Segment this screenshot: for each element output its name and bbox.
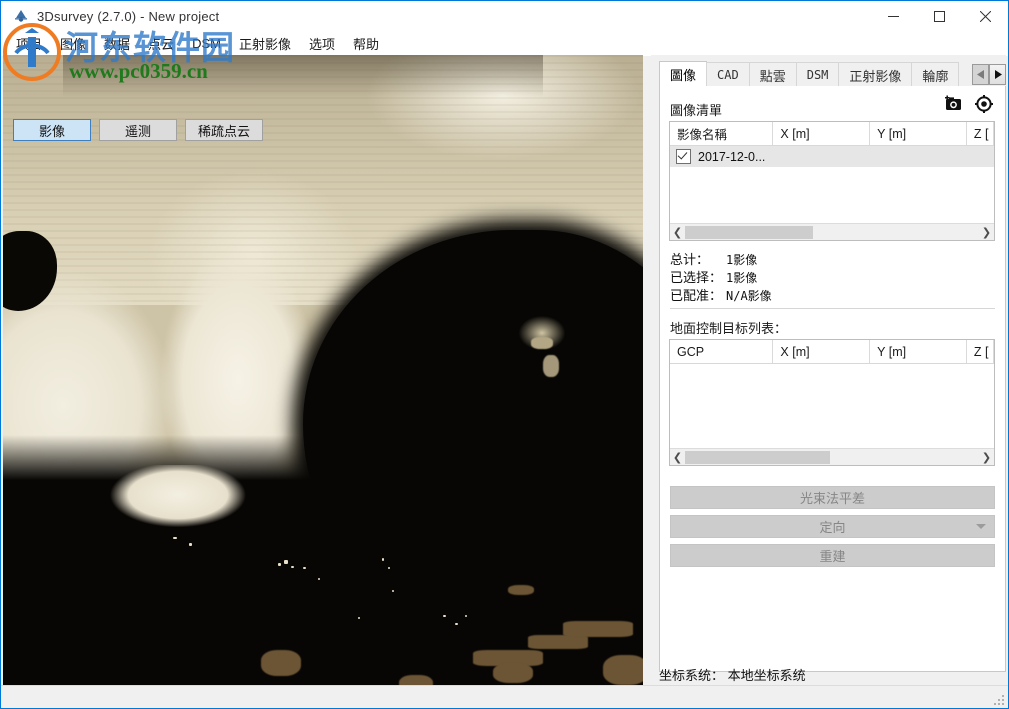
gcp-scroll-left-icon[interactable]: ❮ xyxy=(670,450,685,465)
gcp-scroll-thumb[interactable] xyxy=(685,450,830,464)
row-checkbox[interactable] xyxy=(676,149,691,164)
menu-help[interactable]: 帮助 xyxy=(344,31,388,56)
gcp-table-header: GCP X [m] Y [m] Z [ xyxy=(670,340,994,364)
table-row[interactable]: 2017-12-0... xyxy=(670,146,994,167)
scroll-left-icon[interactable]: ❮ xyxy=(670,225,685,240)
status-bar xyxy=(1,685,1008,708)
window-title: 3Dsurvey (2.7.0) - New project xyxy=(37,8,220,24)
menu-project[interactable]: 项目 xyxy=(7,31,51,56)
viewport-tab-sparse-cloud-label: 稀疏点云 xyxy=(197,123,250,139)
stat-aligned: 已配准： N/A影像 xyxy=(670,285,772,304)
orientation-button[interactable]: 定向 xyxy=(670,515,995,538)
image-list-toolbar xyxy=(944,95,993,113)
col-image-name[interactable]: 影像名稱 xyxy=(670,122,774,145)
stat-selected-label: 已选择： xyxy=(670,270,723,285)
image-table-header: 影像名稱 X [m] Y [m] Z [ xyxy=(670,122,994,146)
reconstruct-button[interactable]: 重建 xyxy=(670,544,995,567)
gcp-table-hscrollbar[interactable]: ❮ ❯ xyxy=(670,448,994,465)
col-gcp-z[interactable]: Z [ xyxy=(967,340,994,363)
image-tab-panel: 圖像清單 影像名稱 X [m] Y [m] Z [2017-12-0... ❮… xyxy=(659,86,1006,672)
scroll-track[interactable] xyxy=(685,225,979,240)
tab-pointcloud[interactable]: 點雲 xyxy=(748,62,797,87)
resize-grip-icon[interactable] xyxy=(993,693,1005,705)
maximize-button[interactable] xyxy=(916,1,962,31)
right-panel: 圖像 CAD 點雲 DSM 正射影像 輪廓 圖像清單 影像名稱 X [m] Y … xyxy=(651,55,1006,687)
image-viewport[interactable]: 影像 遥测 稀疏点云 xyxy=(3,55,643,687)
menu-dsm[interactable]: DSM xyxy=(183,33,230,54)
minimize-button[interactable] xyxy=(870,1,916,31)
gcp-list-title: 地面控制目标列表： xyxy=(670,321,788,336)
close-button[interactable] xyxy=(962,1,1008,31)
menu-orthophoto[interactable]: 正射影像 xyxy=(230,31,300,56)
stat-total-value: 1影像 xyxy=(726,253,758,267)
chevron-down-icon[interactable] xyxy=(976,524,986,529)
viewport-tab-telemetry-label: 遥测 xyxy=(124,123,151,139)
aerial-photo xyxy=(3,55,643,687)
tab-dsm[interactable]: DSM xyxy=(795,62,840,87)
tab-pointcloud-label: 點雲 xyxy=(759,68,786,84)
add-camera-icon[interactable] xyxy=(944,95,962,113)
tab-image-label: 圖像 xyxy=(670,67,697,83)
section-divider xyxy=(670,308,995,309)
col-gcp-x[interactable]: X [m] xyxy=(773,340,871,363)
col-z[interactable]: Z [ xyxy=(967,122,994,145)
stat-selected-value: 1影像 xyxy=(726,271,758,285)
tab-scroll-controls xyxy=(972,64,1006,85)
tab-cad-label: CAD xyxy=(717,68,739,82)
viewport-tab-sparse-cloud[interactable]: 稀疏点云 xyxy=(185,119,263,141)
stat-selected: 已选择： 1影像 xyxy=(670,267,757,286)
tab-scroll-right-icon[interactable] xyxy=(989,64,1006,85)
panel-tab-strip: 圖像 CAD 點雲 DSM 正射影像 輪廓 xyxy=(659,61,1006,88)
reconstruct-label: 重建 xyxy=(819,549,846,564)
menu-options[interactable]: 选项 xyxy=(300,31,344,56)
stat-aligned-value: N/A影像 xyxy=(726,289,772,303)
menu-bar: 项目 图像 数据 点云 DSM 正射影像 选项 帮助 xyxy=(1,31,1008,56)
stat-total-label: 总计： xyxy=(670,252,710,267)
tab-contour-label: 輪廓 xyxy=(922,68,949,84)
tab-orthophoto-label: 正射影像 xyxy=(849,68,902,84)
gcp-scroll-track[interactable] xyxy=(685,450,979,465)
image-list-title: 圖像清單 xyxy=(670,103,723,118)
col-x[interactable]: X [m] xyxy=(773,122,871,145)
col-y[interactable]: Y [m] xyxy=(870,122,967,145)
menu-data[interactable]: 数据 xyxy=(95,31,139,56)
viewport-tab-bar: 影像 遥测 稀疏点云 xyxy=(13,119,263,141)
title-bar: 3Dsurvey (2.7.0) - New project xyxy=(1,1,1008,31)
bundle-adjustment-label: 光束法平差 xyxy=(799,491,865,506)
tab-scroll-left-icon[interactable] xyxy=(972,64,989,85)
viewport-tab-images[interactable]: 影像 xyxy=(13,119,91,141)
app-window: 3Dsurvey (2.7.0) - New project 项目 图像 数据 … xyxy=(0,0,1009,709)
tab-cad[interactable]: CAD xyxy=(706,62,750,87)
menu-pointcloud[interactable]: 点云 xyxy=(139,31,183,56)
tab-image[interactable]: 圖像 xyxy=(659,61,708,87)
coordinate-system-status: 坐标系统： 本地坐标系统 xyxy=(659,668,806,683)
target-icon[interactable] xyxy=(975,95,993,113)
menu-image[interactable]: 图像 xyxy=(51,31,95,56)
image-table[interactable]: 影像名稱 X [m] Y [m] Z [ 2017-12-0... ❮ ❯ xyxy=(669,121,995,241)
viewport-tab-images-label: 影像 xyxy=(38,123,65,139)
scroll-right-icon[interactable]: ❯ xyxy=(979,225,994,240)
viewport-tab-telemetry[interactable]: 遥测 xyxy=(99,119,177,141)
window-controls xyxy=(870,1,1008,31)
row-image-name: 2017-12-0... xyxy=(698,149,766,164)
scroll-thumb[interactable] xyxy=(685,225,813,239)
tab-orthophoto[interactable]: 正射影像 xyxy=(838,62,913,87)
col-gcp-y[interactable]: Y [m] xyxy=(870,340,967,363)
orientation-label: 定向 xyxy=(819,520,846,535)
col-gcp[interactable]: GCP xyxy=(670,340,774,363)
bundle-adjustment-button[interactable]: 光束法平差 xyxy=(670,486,995,509)
3dsurvey-logo-icon xyxy=(13,8,29,24)
tab-contour[interactable]: 輪廓 xyxy=(911,62,960,87)
stat-aligned-label: 已配准： xyxy=(670,288,723,303)
image-table-hscrollbar[interactable]: ❮ ❯ xyxy=(670,223,994,240)
tab-dsm-label: DSM xyxy=(806,68,829,82)
gcp-scroll-right-icon[interactable]: ❯ xyxy=(979,450,994,465)
gcp-table[interactable]: GCP X [m] Y [m] Z [ ❮ ❯ xyxy=(669,339,995,466)
stat-total: 总计： 1影像 xyxy=(670,249,757,268)
